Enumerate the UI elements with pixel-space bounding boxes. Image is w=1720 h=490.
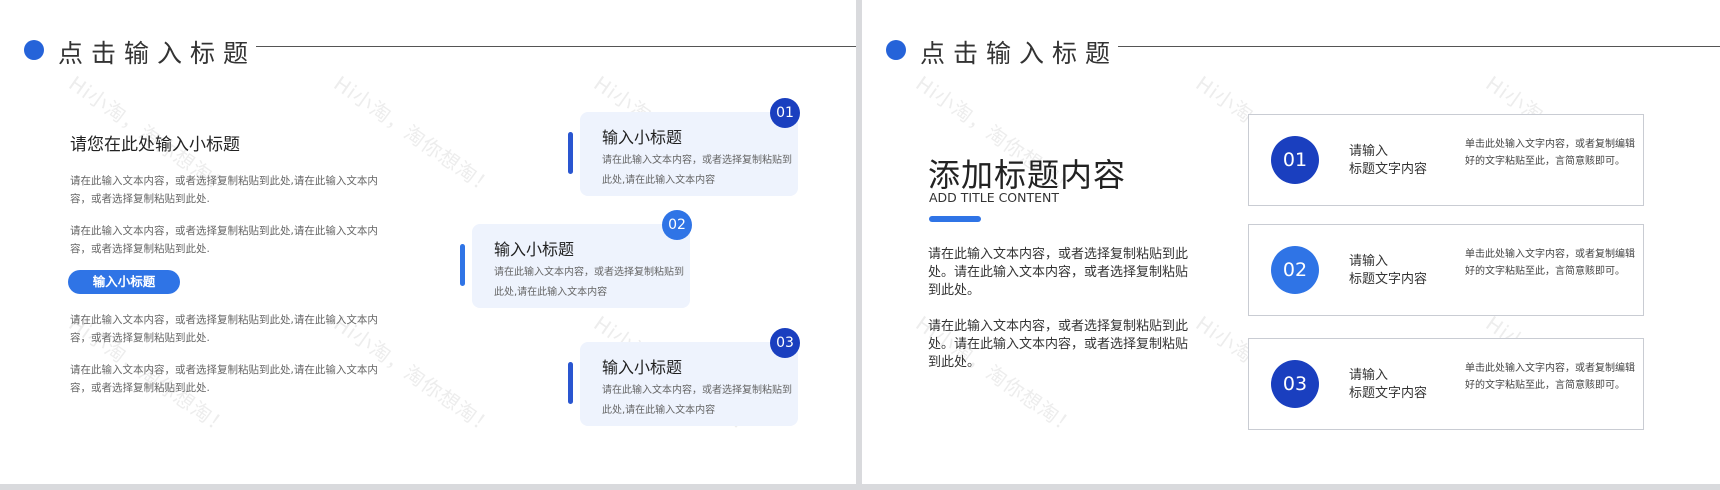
item-label-line1: 请输入 (1349, 144, 1389, 159)
number-circle: 02 (1271, 246, 1319, 294)
item-label-line2: 标题文字内容 (1349, 272, 1428, 287)
subheading[interactable]: 请您在此处输入小标题 (70, 130, 240, 155)
item-box-02[interactable]: 02 请输入 标题文字内容 单击此处输入文字内容，或者复制编辑好的文字粘贴至此，… (1248, 224, 1644, 316)
english-subheading[interactable]: ADD TITLE CONTENT (929, 190, 1059, 205)
accent-bar (929, 216, 981, 222)
title-bullet-icon (886, 40, 906, 60)
card-accent-bar (460, 244, 465, 286)
item-label: 请输入 标题文字内容 (1349, 143, 1459, 179)
item-box-01[interactable]: 01 请输入 标题文字内容 单击此处输入文字内容，或者复制编辑好的文字粘贴至此，… (1248, 114, 1644, 206)
item-label-line2: 标题文字内容 (1349, 386, 1428, 401)
card-03[interactable]: 输入小标题 请在此输入文本内容，或者选择复制粘贴到此处,请在此输入文本内容 03 (568, 328, 800, 426)
item-description: 单击此处输入文字内容，或者复制编辑好的文字粘贴至此，言简意赅即可。 (1465, 363, 1635, 391)
item-description: 单击此处输入文字内容，或者复制编辑好的文字粘贴至此，言简意赅即可。 (1465, 249, 1635, 277)
title-divider (1118, 46, 1720, 47)
paragraph-4[interactable]: 请在此输入文本内容，或者选择复制粘贴到此处,请在此输入文本内容，或者选择复制粘贴… (70, 361, 390, 397)
card-02[interactable]: 输入小标题 请在此输入文本内容，或者选择复制粘贴到此处,请在此输入文本内容 02 (460, 210, 692, 308)
item-label: 请输入 标题文字内容 (1349, 367, 1459, 403)
number-circle: 03 (1271, 360, 1319, 408)
paragraph-3[interactable]: 请在此输入文本内容，或者选择复制粘贴到此处,请在此输入文本内容，或者选择复制粘贴… (70, 311, 390, 347)
paragraph-2[interactable]: 请在此输入文本内容，或者选择复制粘贴到此处,请在此输入文本内容，或者选择复制粘贴… (70, 222, 390, 258)
item-box-03[interactable]: 03 请输入 标题文字内容 单击此处输入文字内容，或者复制编辑好的文字粘贴至此，… (1248, 338, 1644, 430)
card-accent-bar (568, 362, 573, 404)
paragraph-2[interactable]: 请在此输入文本内容，或者选择复制粘贴到此处。请在此输入文本内容，或者选择复制粘贴… (928, 318, 1190, 372)
card-title: 输入小标题 (602, 358, 683, 377)
paragraph-1[interactable]: 请在此输入文本内容，或者选择复制粘贴到此处。请在此输入文本内容，或者选择复制粘贴… (928, 246, 1190, 300)
paragraph-1[interactable]: 请在此输入文本内容，或者选择复制粘贴到此处,请在此输入文本内容，或者选择复制粘贴… (70, 172, 390, 208)
slide-right: Hi小淘，淘你想淘！ Hi小淘，淘你想淘！ Hi小淘，淘你想淘！ Hi小淘，淘你… (862, 0, 1720, 484)
page-title[interactable]: 点击输入标题 (58, 34, 256, 70)
card-01[interactable]: 输入小标题 请在此输入文本内容，或者选择复制粘贴到此处,请在此输入文本内容 01 (568, 98, 800, 196)
card-accent-bar (568, 132, 573, 174)
item-label-line1: 请输入 (1349, 254, 1389, 269)
item-label-line1: 请输入 (1349, 368, 1389, 383)
subtitle-pill-button[interactable]: 输入小标题 (68, 270, 180, 294)
card-title: 输入小标题 (494, 240, 575, 259)
card-text: 请在此输入文本内容，或者选择复制粘贴到此处,请在此输入文本内容 (494, 267, 684, 298)
item-description: 单击此处输入文字内容，或者复制编辑好的文字粘贴至此，言简意赅即可。 (1465, 139, 1635, 167)
item-label: 请输入 标题文字内容 (1349, 253, 1459, 289)
number-badge: 02 (662, 210, 692, 240)
number-badge: 03 (770, 328, 800, 358)
number-circle: 01 (1271, 136, 1319, 184)
card-title: 输入小标题 (602, 128, 683, 147)
page-title[interactable]: 点击输入标题 (920, 34, 1118, 70)
item-label-line2: 标题文字内容 (1349, 162, 1428, 177)
card-text: 请在此输入文本内容，或者选择复制粘贴到此处,请在此输入文本内容 (602, 155, 792, 186)
title-bullet-icon (24, 40, 44, 60)
number-badge: 01 (770, 98, 800, 128)
slide-left: Hi小淘，淘你想淘！ Hi小淘，淘你想淘！ Hi小淘，淘你想淘！ Hi小淘，淘你… (0, 0, 856, 484)
card-text: 请在此输入文本内容，或者选择复制粘贴到此处,请在此输入文本内容 (602, 385, 792, 416)
title-divider (256, 46, 856, 47)
